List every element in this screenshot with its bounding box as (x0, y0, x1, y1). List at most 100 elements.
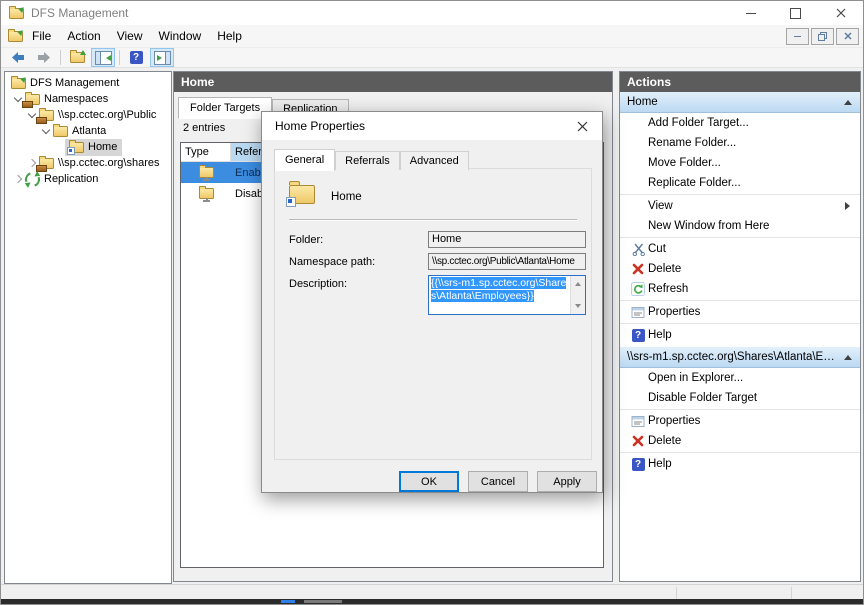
maximize-icon (790, 8, 801, 19)
action-target-properties[interactable]: Properties (620, 411, 860, 431)
action-target-delete[interactable]: Delete (620, 431, 860, 451)
column-header-type[interactable]: Type (181, 143, 231, 161)
dialog-title: Home Properties (275, 119, 365, 133)
actions-section-home[interactable]: Home (620, 92, 860, 113)
tree-item-dfs-management[interactable]: DFS Management (5, 75, 171, 91)
close-icon (836, 8, 846, 18)
action-disable-folder-target[interactable]: Disable Folder Target (620, 388, 860, 408)
menu-view[interactable]: View (109, 25, 151, 47)
back-button[interactable] (6, 48, 30, 67)
tree-item-label: Atlanta (69, 125, 109, 137)
cancel-button[interactable]: Cancel (468, 471, 528, 492)
actions-separator (620, 452, 860, 453)
tab-folder-targets[interactable]: Folder Targets (178, 97, 272, 119)
scroll-up-icon[interactable] (575, 279, 581, 286)
action-replicate-folder[interactable]: Replicate Folder... (620, 173, 860, 193)
folder-field: Home (428, 231, 586, 248)
dfs-management-window: DFS Management File Action View Window H… (0, 0, 864, 605)
namespaces-icon (23, 92, 41, 107)
actions-section-title: Home (627, 96, 844, 108)
tree-item-atlanta[interactable]: Atlanta (5, 123, 171, 139)
action-label: Cut (648, 243, 860, 255)
actions-section-target[interactable]: \\srs-m1.sp.cctec.org\Shares\Atlanta\Emp… (620, 347, 860, 368)
actions-pane-header: Actions (620, 72, 860, 92)
description-scrollbar[interactable] (570, 276, 585, 314)
refresh-icon (631, 282, 645, 296)
toolbar-separator (119, 50, 120, 65)
help-toolbar-button[interactable]: ? (124, 48, 148, 67)
actions-separator (620, 237, 860, 238)
child-minimize-button[interactable] (786, 28, 809, 45)
tree-item-label: \\sp.cctec.org\Public (55, 109, 159, 121)
action-delete[interactable]: Delete (620, 259, 860, 279)
scroll-down-icon[interactable] (575, 304, 581, 311)
child-minimize-icon (794, 36, 801, 37)
replication-icon (23, 172, 41, 187)
tab-general[interactable]: General (274, 149, 335, 171)
action-label: Add Folder Target... (648, 117, 860, 129)
show-console-tree-button[interactable] (91, 48, 115, 67)
taskbar-sliver (1, 599, 863, 604)
tree-item-replication[interactable]: Replication (5, 171, 171, 187)
results-pane-header: Home (174, 72, 612, 92)
minimize-button[interactable] (728, 1, 773, 25)
forward-button[interactable] (32, 48, 56, 67)
divider (289, 219, 577, 221)
dialog-close-button[interactable] (562, 112, 602, 140)
menu-file[interactable]: File (24, 25, 59, 47)
child-close-button[interactable] (836, 28, 859, 45)
description-field[interactable]: {{\\srs-m1.sp.cctec.org\Shares\Atlanta\E… (428, 275, 586, 315)
tab-referrals[interactable]: Referrals (335, 151, 400, 170)
show-action-pane-button[interactable] (150, 48, 174, 67)
namespace-path-label: Namespace path: (289, 256, 375, 268)
action-label: Delete (648, 263, 860, 275)
action-open-in-explorer[interactable]: Open in Explorer... (620, 368, 860, 388)
menu-action[interactable]: Action (59, 25, 108, 47)
toolbar-separator (60, 50, 61, 65)
ok-button[interactable]: OK (399, 471, 459, 492)
action-cut[interactable]: Cut (620, 239, 860, 259)
description-value: {{\\srs-m1.sp.cctec.org\Shares\Atlanta\E… (431, 277, 566, 302)
collapse-icon[interactable] (844, 351, 852, 360)
menu-window[interactable]: Window (151, 25, 210, 47)
maximize-button[interactable] (773, 1, 818, 25)
action-properties[interactable]: Properties (620, 302, 860, 322)
tree-item-label: DFS Management (27, 77, 122, 89)
tree-item-namespace-shares[interactable]: \\sp.cctec.org\shares (5, 155, 171, 171)
app-icon (7, 6, 25, 21)
tree-item-namespaces[interactable]: Namespaces (5, 91, 171, 107)
home-properties-dialog: Home Properties General Referrals Advanc… (261, 111, 603, 493)
taskbar-icon (281, 600, 295, 603)
folder-field-value: Home (432, 233, 461, 245)
properties-icon (631, 306, 645, 319)
action-rename-folder[interactable]: Rename Folder... (620, 133, 860, 153)
console-icon (6, 29, 24, 44)
namespace-icon (37, 156, 55, 171)
action-add-folder-target[interactable]: Add Folder Target... (620, 113, 860, 133)
action-view[interactable]: View (620, 196, 860, 216)
action-label: Help (648, 458, 860, 470)
up-one-level-button[interactable] (65, 48, 89, 67)
console-tree-pane: DFS Management Namespaces \\sp.cctec.org… (4, 71, 172, 584)
action-help[interactable]: ? Help (620, 325, 860, 345)
console-tree-icon (95, 51, 112, 65)
folder-link-icon (289, 185, 315, 204)
apply-button[interactable]: Apply (537, 471, 597, 492)
menu-bar: File Action View Window Help (1, 25, 863, 48)
actions-pane: Actions Home Add Folder Target... Rename… (619, 71, 861, 582)
action-refresh[interactable]: Refresh (620, 279, 860, 299)
tree-item-home[interactable]: Home (5, 139, 171, 155)
menu-help[interactable]: Help (209, 25, 250, 47)
action-label: Disable Folder Target (648, 392, 860, 404)
collapse-icon[interactable] (844, 96, 852, 105)
action-target-help[interactable]: ? Help (620, 454, 860, 474)
folder-field-label: Folder: (289, 234, 323, 246)
tab-advanced[interactable]: Advanced (400, 151, 469, 170)
chevron-expanded-icon[interactable] (41, 129, 51, 133)
action-move-folder[interactable]: Move Folder... (620, 153, 860, 173)
action-label: Replicate Folder... (648, 177, 860, 189)
tree-item-namespace-public[interactable]: \\sp.cctec.org\Public (5, 107, 171, 123)
action-new-window[interactable]: New Window from Here (620, 216, 860, 236)
close-button[interactable] (818, 1, 863, 25)
child-restore-button[interactable] (811, 28, 834, 45)
